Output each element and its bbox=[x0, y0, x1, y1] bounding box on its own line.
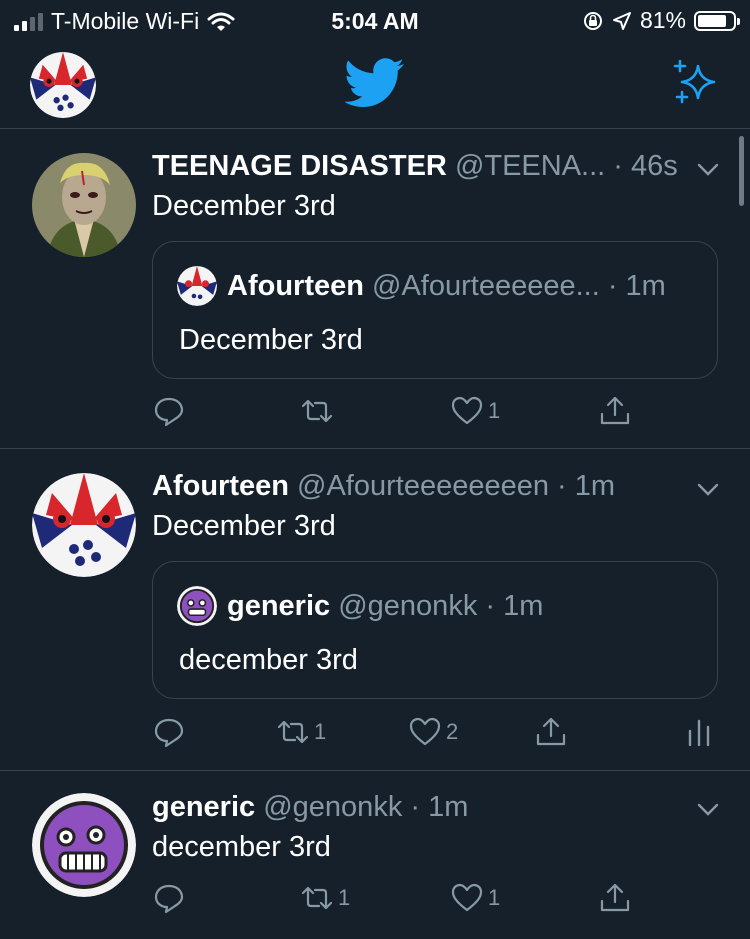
like-button[interactable]: 2 bbox=[408, 715, 458, 749]
timestamp: · 1m bbox=[485, 590, 544, 622]
handle[interactable]: @TEENA... bbox=[455, 150, 605, 182]
chevron-down-icon[interactable] bbox=[696, 797, 720, 821]
tweet-header: generic @genonkk · 1m bbox=[152, 791, 690, 824]
tweet-text: december 3rd bbox=[152, 831, 331, 863]
quote-header: Afourteen @Afourteeeeee... · 1m bbox=[227, 270, 693, 303]
timestamp: · 1m bbox=[607, 270, 666, 302]
handle[interactable]: @genonkk bbox=[338, 590, 477, 622]
timestamp: · 1m bbox=[557, 470, 616, 502]
battery-icon bbox=[694, 10, 740, 31]
analytics-button[interactable] bbox=[682, 715, 716, 749]
rotation-lock-icon bbox=[583, 11, 602, 30]
tweet[interactable]: generic @genonkk · 1m december 3rd 1 1 bbox=[0, 771, 750, 939]
reply-icon bbox=[154, 884, 184, 914]
location-icon bbox=[612, 11, 631, 30]
retweet-icon bbox=[301, 399, 333, 423]
tweet-text: December 3rd bbox=[152, 510, 336, 542]
share-icon bbox=[600, 883, 630, 912]
heart-icon bbox=[409, 717, 441, 746]
timestamp: · 46s bbox=[613, 150, 678, 182]
reply-icon bbox=[154, 397, 184, 427]
avatar[interactable] bbox=[32, 793, 136, 897]
status-right: 81% bbox=[582, 7, 740, 34]
display-name[interactable]: TEENAGE DISASTER bbox=[152, 150, 447, 182]
chevron-down-icon[interactable] bbox=[696, 157, 720, 181]
timestamp: · 1m bbox=[410, 791, 469, 823]
share-icon bbox=[600, 396, 630, 425]
retweet-icon bbox=[301, 886, 333, 910]
share-icon bbox=[536, 717, 566, 746]
retweet-button[interactable]: 1 bbox=[276, 715, 326, 749]
retweet-button[interactable] bbox=[300, 394, 338, 428]
tweet-actions: 1 bbox=[152, 394, 712, 434]
avatar[interactable] bbox=[32, 473, 136, 577]
reply-button[interactable] bbox=[152, 394, 190, 428]
like-count: 2 bbox=[446, 719, 459, 744]
handle[interactable]: @Afourteeeeeeeen bbox=[297, 470, 549, 502]
like-button[interactable]: 1 bbox=[450, 394, 500, 428]
sparkle-icon[interactable] bbox=[670, 58, 720, 108]
quoted-tweet[interactable]: Afourteen @Afourteeeeee... · 1m December… bbox=[152, 241, 718, 379]
avatar[interactable] bbox=[177, 586, 217, 626]
display-name[interactable]: Afourteen bbox=[227, 270, 364, 302]
tweet-text: December 3rd bbox=[152, 190, 336, 222]
like-count: 1 bbox=[488, 885, 501, 910]
retweet-count: 1 bbox=[338, 885, 351, 910]
retweet-icon bbox=[277, 720, 309, 744]
tweet-actions: 1 1 bbox=[152, 881, 712, 921]
quote-header: generic @genonkk · 1m bbox=[227, 590, 693, 623]
analytics-icon bbox=[688, 719, 710, 747]
handle[interactable]: @Afourteeeeee... bbox=[372, 270, 600, 302]
bird-icon[interactable] bbox=[345, 58, 405, 108]
heart-icon bbox=[451, 396, 483, 425]
tweet-actions: 1 2 bbox=[152, 715, 712, 755]
display-name[interactable]: generic bbox=[152, 791, 255, 823]
retweet-count: 1 bbox=[314, 719, 327, 744]
heart-icon bbox=[451, 883, 483, 912]
tweet[interactable]: TEENAGE DISASTER @TEENA... · 46s Decembe… bbox=[0, 129, 750, 449]
share-button[interactable] bbox=[598, 881, 632, 915]
avatar[interactable] bbox=[32, 153, 136, 257]
status-bar: T-Mobile Wi-Fi 5:04 AM 81% bbox=[0, 0, 750, 42]
display-name[interactable]: generic bbox=[227, 590, 330, 622]
display-name[interactable]: Afourteen bbox=[152, 470, 289, 502]
profile-avatar-button[interactable] bbox=[30, 52, 96, 118]
reply-icon bbox=[154, 718, 184, 748]
tweet[interactable]: Afourteen @Afourteeeeeeeen · 1m December… bbox=[0, 449, 750, 771]
quote-text: December 3rd bbox=[179, 324, 363, 356]
reply-button[interactable] bbox=[152, 881, 190, 915]
reply-button[interactable] bbox=[152, 715, 190, 749]
tweet-header: TEENAGE DISASTER @TEENA... · 46s bbox=[152, 150, 690, 183]
share-button[interactable] bbox=[534, 715, 568, 749]
timeline-header bbox=[0, 42, 750, 129]
share-button[interactable] bbox=[598, 394, 632, 428]
like-count: 1 bbox=[488, 398, 501, 423]
retweet-button[interactable]: 1 bbox=[300, 881, 350, 915]
quoted-tweet[interactable]: generic @genonkk · 1m december 3rd bbox=[152, 561, 718, 699]
handle[interactable]: @genonkk bbox=[263, 791, 402, 823]
like-button[interactable]: 1 bbox=[450, 881, 500, 915]
battery-percent: 81% bbox=[639, 7, 686, 33]
quote-text: december 3rd bbox=[179, 644, 358, 676]
avatar[interactable] bbox=[177, 266, 217, 306]
tweet-header: Afourteen @Afourteeeeeeeen · 1m bbox=[152, 470, 690, 503]
chevron-down-icon[interactable] bbox=[696, 477, 720, 501]
